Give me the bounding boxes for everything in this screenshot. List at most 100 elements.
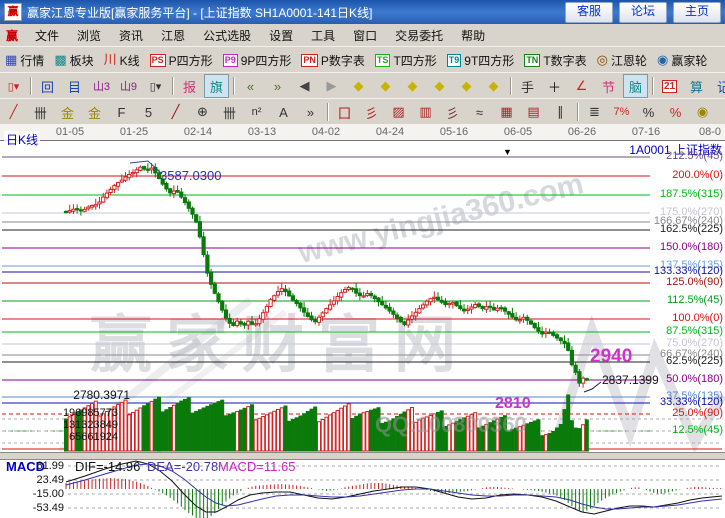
gann-wheel-button[interactable]: ◎江恩轮 <box>592 50 652 71</box>
9p-square-button[interactable]: P99P四方形 <box>218 50 297 71</box>
a-ruler-icon: A <box>279 105 288 120</box>
move-all-button[interactable]: ◆ <box>481 74 506 98</box>
flag-chart-button[interactable]: 旗 <box>204 74 229 98</box>
menu-window[interactable]: 窗口 <box>344 25 386 46</box>
small-grid-button[interactable]: 卌 <box>217 100 242 124</box>
home-button[interactable]: 主页 <box>673 2 721 23</box>
menu-news[interactable]: 资讯 <box>110 25 152 46</box>
price-list-button[interactable]: ≣ <box>582 100 607 124</box>
gold-grid1-button[interactable]: 金 <box>55 100 80 124</box>
support-price-label: 2810 <box>495 395 531 413</box>
smart-analysis-button[interactable]: 脑 <box>623 74 648 98</box>
sectors-button[interactable]: ▩板块 <box>49 50 98 71</box>
zoom-window-button[interactable]: 回 <box>35 74 60 98</box>
pan-left-button[interactable]: ◆ <box>346 74 371 98</box>
crosshair-tool-icon: ＋ <box>548 77 561 96</box>
volume-scale-1: 196985773 <box>18 407 118 419</box>
next-bar-button[interactable]: ▶ <box>319 74 344 98</box>
gann-level-label: 87.5%(315) <box>631 325 723 337</box>
angle-measure-button[interactable]: ∠ <box>569 74 594 98</box>
gann-box-button[interactable]: 囗 <box>332 100 357 124</box>
p-square-button[interactable]: PSP四方形 <box>145 50 218 71</box>
zoom-window-icon: 回 <box>41 77 54 96</box>
grid3-button[interactable]: ▦ <box>494 100 519 124</box>
red-pattern2-button[interactable]: ▥ <box>413 100 438 124</box>
menu-settings[interactable]: 设置 <box>260 25 302 46</box>
quotes-label: 行情 <box>20 52 44 69</box>
menu-trading[interactable]: 交易委托 <box>386 25 452 46</box>
window-title: 赢家江恩专业版[赢家服务平台] - [上证指数 SH1A0001-141日K线] <box>27 4 559 21</box>
more-tools-button[interactable]: » <box>298 100 323 124</box>
kline-button[interactable]: 川K线 <box>99 50 145 71</box>
compass-button[interactable]: ⊕ <box>190 100 215 124</box>
single-candle-button[interactable]: ▯▾ <box>143 74 168 98</box>
report-icon: 报 <box>183 77 196 96</box>
grid4-icon: ▤ <box>527 104 539 120</box>
kline-style-button[interactable]: ▯▾ <box>1 74 26 98</box>
red-pattern1-button[interactable]: ▨ <box>386 100 411 124</box>
solar-term-button[interactable]: 节 <box>596 74 621 98</box>
pan-right-button[interactable]: ◆ <box>373 74 398 98</box>
date-tick: 04-02 <box>304 126 348 138</box>
calendar-21-button[interactable]: 21 <box>657 74 682 98</box>
percent7-icon: 7% <box>614 106 630 118</box>
macd-macd-value: MACD=11.65 <box>218 459 295 474</box>
customer-service-button[interactable]: 客服 <box>565 2 613 23</box>
chart9-button[interactable]: 山9 <box>116 74 141 98</box>
last-bar-button[interactable]: » <box>265 74 290 98</box>
percent-button[interactable]: % <box>636 100 661 124</box>
draw-pen-button[interactable]: ╱ <box>1 100 26 124</box>
crosshair-tool-button[interactable]: ＋ <box>542 74 567 98</box>
gold-grid1-icon: 金 <box>61 103 74 122</box>
n-square-button[interactable]: n² <box>244 100 269 124</box>
toolbar-separator <box>30 77 31 95</box>
expand-left-button[interactable]: ◆ <box>400 74 425 98</box>
f-grid-button[interactable]: F <box>109 100 134 124</box>
scale-vertical-button[interactable]: ◆ <box>454 74 479 98</box>
date-tick: 07-16 <box>624 126 668 138</box>
prev-bar-button[interactable]: ◀ <box>292 74 317 98</box>
menu-tools[interactable]: 工具 <box>302 25 344 46</box>
percent-line-button[interactable]: % <box>663 100 688 124</box>
winner-wheel-button[interactable]: ◉赢家轮 <box>652 50 712 71</box>
chart3-button[interactable]: 山3 <box>89 74 114 98</box>
t-square-button[interactable]: TST四方形 <box>370 50 442 71</box>
t-number-table-label: T数字表 <box>543 52 586 69</box>
9t-square-label: 9T四方形 <box>464 52 514 69</box>
report-button[interactable]: 报 <box>177 74 202 98</box>
wave-tool-button[interactable]: ≈ <box>467 100 492 124</box>
p-number-table-button[interactable]: PNP数字表 <box>296 50 370 71</box>
gann-level-label: 187.5%(315) <box>631 188 723 200</box>
menu-formula-picker[interactable]: 公式选股 <box>194 25 260 46</box>
percent7-button[interactable]: 7% <box>609 100 634 124</box>
gann-level-label: 162.5%(225) <box>631 223 723 235</box>
parallel-lines-button[interactable]: ∥ <box>548 100 573 124</box>
a-ruler-button[interactable]: A <box>271 100 296 124</box>
gold-circle-button[interactable]: ◉ <box>690 100 715 124</box>
gann-fan-button[interactable]: 彡 <box>359 100 384 124</box>
grid4-button[interactable]: ▤ <box>521 100 546 124</box>
menu-file[interactable]: 文件 <box>26 25 68 46</box>
gold-grid2-button[interactable]: 金 <box>82 100 107 124</box>
quotes-button[interactable]: ▦行情 <box>0 50 49 71</box>
first-bar-button[interactable]: « <box>238 74 263 98</box>
menu-browse[interactable]: 浏览 <box>68 25 110 46</box>
t-number-table-button[interactable]: TNT数字表 <box>519 50 591 71</box>
five-grid-button[interactable]: 5 <box>136 100 161 124</box>
wave-tool-icon: ≈ <box>476 105 483 120</box>
menu-gann[interactable]: 江恩 <box>152 25 194 46</box>
menu-bar: 赢 文件浏览资讯江恩公式选股设置工具窗口交易委托帮助 <box>0 24 725 47</box>
info-panel-button[interactable]: 目 <box>62 74 87 98</box>
marker-pen-button[interactable]: ╱ <box>163 100 188 124</box>
9t-square-button[interactable]: T99T四方形 <box>442 50 520 71</box>
expand-right-button[interactable]: ◆ <box>427 74 452 98</box>
memo-button[interactable]: 记 <box>711 74 725 98</box>
forum-button[interactable]: 论坛 <box>619 2 667 23</box>
fan-lines-button[interactable]: 彡 <box>440 100 465 124</box>
gann-grid-button[interactable]: 卌 <box>28 100 53 124</box>
calculator-button[interactable]: 算 <box>684 74 709 98</box>
hand-tool-button[interactable]: 手 <box>515 74 540 98</box>
gold-lines-button[interactable]: ≡ <box>717 100 725 124</box>
menu-help[interactable]: 帮助 <box>452 25 494 46</box>
red-pattern2-icon: ▥ <box>419 104 431 120</box>
